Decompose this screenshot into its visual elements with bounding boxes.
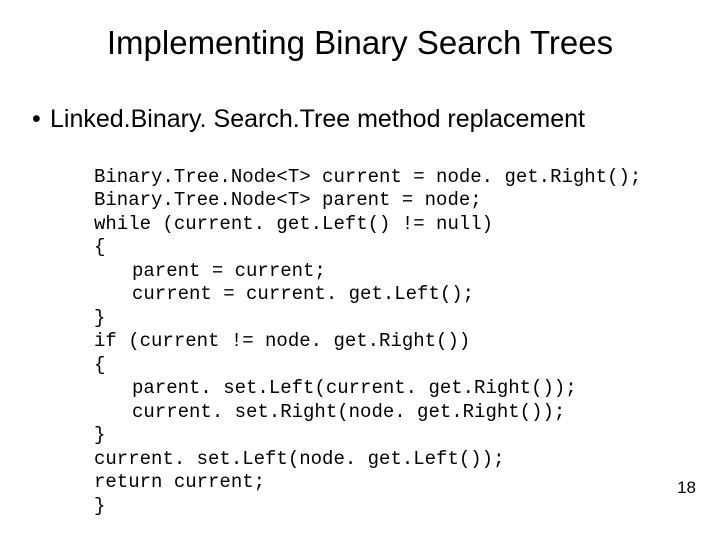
code-line: parent. set.Left(current. get.Right());: [94, 377, 577, 399]
code-line: current. set.Left(node. get.Left());: [94, 448, 504, 470]
code-line: }: [94, 495, 105, 517]
code-line: Binary.Tree.Node<T> parent = node;: [94, 189, 482, 211]
slide: Implementing Binary Search Trees •Linked…: [0, 0, 720, 540]
code-line: }: [94, 424, 105, 446]
code-line: if (current != node. get.Right()): [94, 330, 470, 352]
bullet-line: •Linked.Binary. Search.Tree method repla…: [32, 105, 585, 134]
bullet-dot: •: [32, 105, 50, 134]
code-line: {: [94, 236, 105, 258]
page-number: 18: [677, 478, 696, 498]
code-block: Binary.Tree.Node<T> current = node. get.…: [94, 142, 641, 518]
bullet-text: Linked.Binary. Search.Tree method replac…: [50, 105, 585, 133]
code-line: {: [94, 354, 105, 376]
code-line: while (current. get.Left() != null): [94, 213, 493, 235]
code-line: Binary.Tree.Node<T> current = node. get.…: [94, 166, 641, 188]
code-line: }: [94, 307, 105, 329]
code-line: return current;: [94, 471, 265, 493]
slide-title: Implementing Binary Search Trees: [0, 24, 720, 62]
code-line: current. set.Right(node. get.Right());: [94, 401, 565, 423]
code-line: current = current. get.Left();: [94, 283, 474, 305]
code-line: parent = current;: [94, 260, 326, 282]
